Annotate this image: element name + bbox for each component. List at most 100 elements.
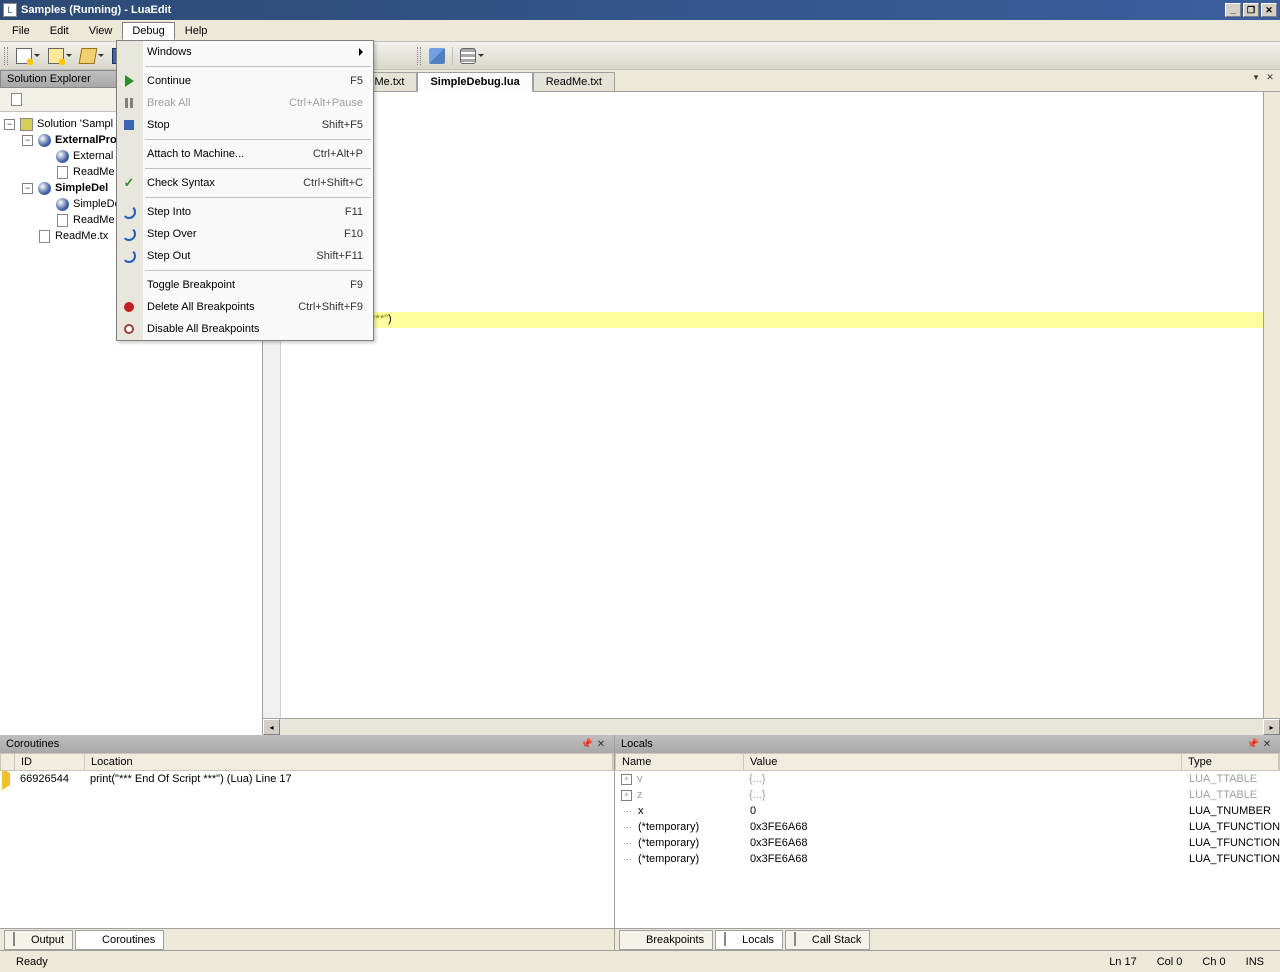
tab-coroutines[interactable]: Coroutines: [75, 930, 164, 950]
bottom-tabs-left: Output Coroutines: [0, 928, 614, 950]
restore-button[interactable]: ❐: [1243, 3, 1259, 17]
menu-help[interactable]: Help: [175, 22, 218, 40]
locals-row[interactable]: ⋯(*temporary)0x3FE6A68LUA_TFUNCTION: [615, 851, 1280, 867]
step-into-icon: [121, 204, 137, 220]
menuitem-step-over[interactable]: Step Over F10: [117, 223, 373, 245]
menu-edit[interactable]: Edit: [40, 22, 79, 40]
menu-debug[interactable]: Debug: [122, 22, 174, 40]
status-ins: INS: [1236, 956, 1274, 968]
locals-row[interactable]: +v{...}LUA_TTABLE: [615, 771, 1280, 787]
new-project-button[interactable]: [45, 45, 75, 67]
editor-hscroll[interactable]: ◂ ▸: [263, 718, 1280, 735]
pin-icon[interactable]: 📌: [580, 739, 594, 750]
locals-row[interactable]: +z{...}LUA_TTABLE: [615, 787, 1280, 803]
expander-icon[interactable]: +: [621, 774, 632, 785]
tree-dots-icon: ⋯: [623, 838, 632, 849]
coroutine-row[interactable]: 66926544 print("*** End Of Script ***") …: [0, 771, 614, 787]
pause-icon: [121, 95, 137, 111]
menuitem-windows[interactable]: Windows: [117, 41, 373, 63]
tab-close-icon[interactable]: ✕: [1264, 72, 1276, 83]
menuitem-disable-bp[interactable]: Disable All Breakpoints: [117, 318, 373, 340]
tab-output[interactable]: Output: [4, 930, 73, 950]
tab-callstack[interactable]: Call Stack: [785, 930, 871, 950]
menuitem-continue[interactable]: Continue F5: [117, 70, 373, 92]
menuitem-stop[interactable]: Stop Shift+F5: [117, 114, 373, 136]
menu-file[interactable]: File: [2, 22, 40, 40]
coroutines-columns[interactable]: ID Location: [0, 753, 614, 771]
bottom-tabs-right: Breakpoints Locals Call Stack: [615, 928, 1280, 950]
expander-icon[interactable]: −: [22, 183, 33, 194]
scroll-left-icon[interactable]: ◂: [263, 719, 280, 735]
title-bar: L Samples (Running) - LuaEdit _ ❐ ✕: [0, 0, 1280, 20]
editor-tabs: ebug.lua ReadMe.txt SimpleDebug.lua Read…: [263, 70, 1280, 92]
tab-simpledebug[interactable]: SimpleDebug.lua: [417, 72, 532, 92]
close-icon[interactable]: ✕: [594, 739, 608, 750]
step-over-icon: [121, 226, 137, 242]
close-button[interactable]: ✕: [1261, 3, 1277, 17]
attach-button[interactable]: [426, 45, 448, 67]
open-button[interactable]: [77, 45, 107, 67]
pin-icon[interactable]: 📌: [1246, 739, 1260, 750]
page-icon: [36, 229, 52, 243]
status-line: Ln 17: [1099, 956, 1147, 968]
play-icon: [121, 73, 137, 89]
status-ch: Ch 0: [1192, 956, 1235, 968]
properties-button[interactable]: [5, 89, 27, 111]
editor-vscroll[interactable]: [1263, 92, 1280, 718]
db-button[interactable]: [457, 45, 487, 67]
lua-icon: [54, 197, 70, 211]
scroll-right-icon[interactable]: ▸: [1263, 719, 1280, 735]
menuitem-toggle-bp[interactable]: Toggle Breakpoint F9: [117, 274, 373, 296]
locals-panel: Locals 📌 ✕ Name Value Type +v{...}LUA_TT…: [615, 735, 1280, 950]
check-icon: ✓: [121, 175, 137, 191]
debug-dropdown: Windows Continue F5 Break All Ctrl+Alt+P…: [116, 40, 374, 341]
step-out-icon: [121, 248, 137, 264]
tab-breakpoints[interactable]: Breakpoints: [619, 930, 713, 950]
menu-bar: File Edit View Debug Help: [0, 20, 1280, 42]
status-bar: Ready Ln 17 Col 0 Ch 0 INS: [0, 950, 1280, 972]
locals-row[interactable]: ⋯(*temporary)0x3FE6A68LUA_TFUNCTION: [615, 819, 1280, 835]
page-icon: [54, 213, 70, 227]
status-ready: Ready: [6, 956, 58, 968]
code-editor[interactable]: = _G = 0 n CallDepthTest() x + 1 x <= 10…: [281, 92, 1263, 718]
current-arrow-icon: [2, 771, 10, 790]
menuitem-step-into[interactable]: Step Into F11: [117, 201, 373, 223]
breakpoint-disable-icon: [121, 321, 137, 337]
locals-row[interactable]: ⋯(*temporary)0x3FE6A68LUA_TFUNCTION: [615, 835, 1280, 851]
status-col: Col 0: [1147, 956, 1193, 968]
lua-icon: [54, 149, 70, 163]
tree-dots-icon: ⋯: [623, 806, 632, 817]
locals-row[interactable]: ⋯x0LUA_TNUMBER: [615, 803, 1280, 819]
minimize-button[interactable]: _: [1225, 3, 1241, 17]
breakpoint-delete-icon: [121, 299, 137, 315]
expander-icon[interactable]: −: [22, 135, 33, 146]
tab-locals[interactable]: Locals: [715, 930, 783, 950]
close-icon[interactable]: ✕: [1260, 739, 1274, 750]
tab-readme2[interactable]: ReadMe.txt: [533, 72, 615, 91]
solution-icon: [18, 117, 34, 131]
menuitem-step-out[interactable]: Step Out Shift+F11: [117, 245, 373, 267]
lua-icon: [36, 181, 52, 195]
code-pane: ebug.lua ReadMe.txt SimpleDebug.lua Read…: [263, 70, 1280, 735]
title-text: Samples (Running) - LuaEdit: [21, 4, 171, 16]
tree-dots-icon: ⋯: [623, 822, 632, 833]
menuitem-attach[interactable]: Attach to Machine... Ctrl+Alt+P: [117, 143, 373, 165]
coroutines-panel: Coroutines 📌 ✕ ID Location 66926544 prin…: [0, 735, 615, 950]
grip[interactable]: [4, 47, 8, 65]
tab-dropdown-icon[interactable]: ▾: [1250, 72, 1262, 83]
submenu-arrow-icon: [359, 48, 363, 56]
menuitem-break-all: Break All Ctrl+Alt+Pause: [117, 92, 373, 114]
locals-columns[interactable]: Name Value Type: [615, 753, 1280, 771]
menuitem-delete-bp[interactable]: Delete All Breakpoints Ctrl+Shift+F9: [117, 296, 373, 318]
page-icon: [54, 165, 70, 179]
lua-icon: [36, 133, 52, 147]
app-icon: L: [3, 3, 17, 17]
grip2[interactable]: [417, 47, 421, 65]
menuitem-check-syntax[interactable]: ✓ Check Syntax Ctrl+Shift+C: [117, 172, 373, 194]
menu-view[interactable]: View: [79, 22, 123, 40]
panel-title: Locals: [621, 738, 653, 750]
expander-icon[interactable]: −: [4, 119, 15, 130]
tree-dots-icon: ⋯: [623, 854, 632, 865]
new-file-button[interactable]: [13, 45, 43, 67]
expander-icon[interactable]: +: [621, 790, 632, 801]
